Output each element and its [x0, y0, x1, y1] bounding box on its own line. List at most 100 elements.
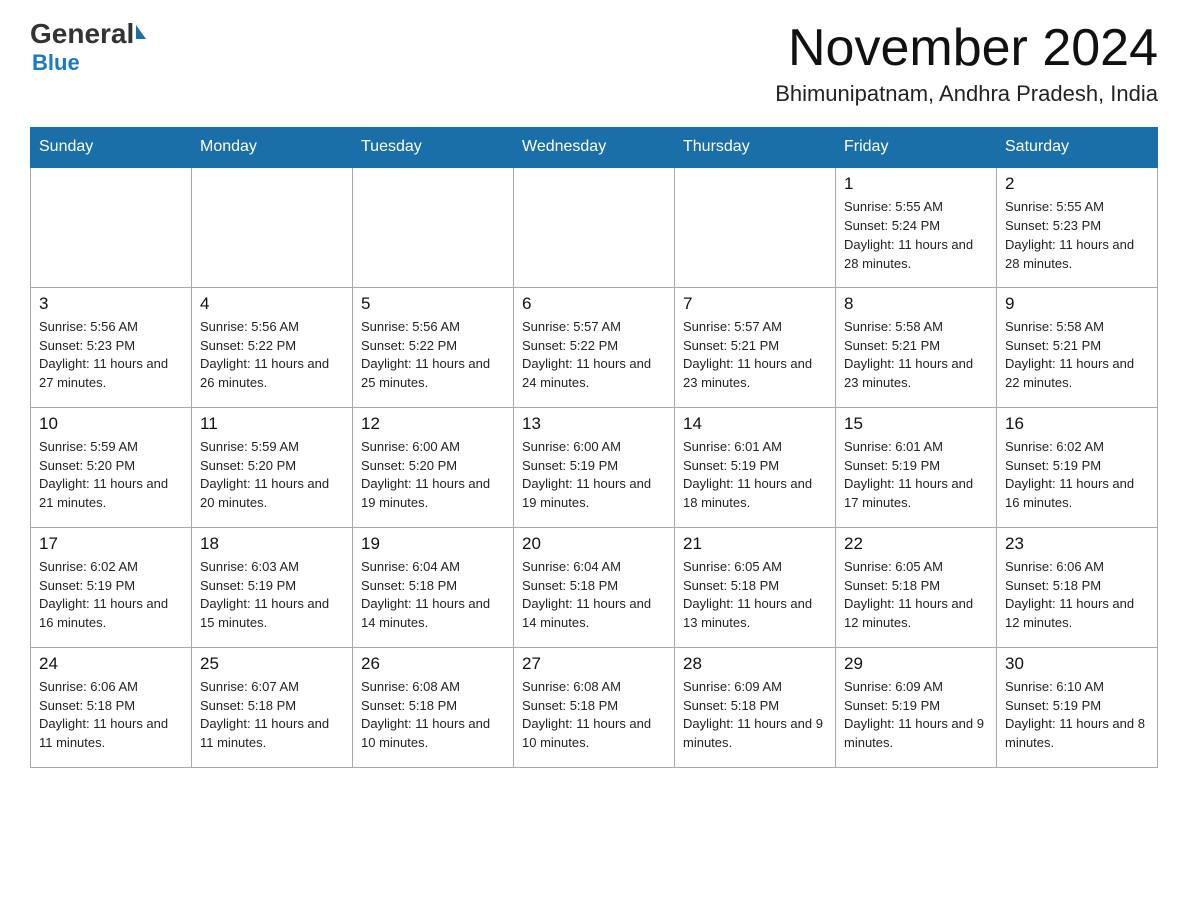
calendar-cell: 10Sunrise: 5:59 AM Sunset: 5:20 PM Dayli…	[31, 407, 192, 527]
logo-blue: Blue	[32, 50, 80, 76]
day-info: Sunrise: 6:02 AM Sunset: 5:19 PM Dayligh…	[39, 558, 183, 633]
calendar-cell	[353, 167, 514, 287]
day-number: 5	[361, 294, 505, 314]
day-number: 4	[200, 294, 344, 314]
calendar-cell	[192, 167, 353, 287]
title-area: November 2024 Bhimunipatnam, Andhra Prad…	[775, 20, 1158, 107]
weekday-thursday: Thursday	[675, 128, 836, 168]
day-info: Sunrise: 5:57 AM Sunset: 5:22 PM Dayligh…	[522, 318, 666, 393]
day-info: Sunrise: 6:07 AM Sunset: 5:18 PM Dayligh…	[200, 678, 344, 753]
day-number: 23	[1005, 534, 1149, 554]
calendar-cell: 3Sunrise: 5:56 AM Sunset: 5:23 PM Daylig…	[31, 287, 192, 407]
day-info: Sunrise: 5:55 AM Sunset: 5:23 PM Dayligh…	[1005, 198, 1149, 273]
calendar-cell: 22 Sunrise: 6:05 AM Sunset: 5:18 PM Dayli…	[836, 527, 997, 647]
day-info: Sunrise: 6:08 AM Sunset: 5:18 PM Dayligh…	[361, 678, 505, 753]
calendar-cell: 21 Sunrise: 6:05 AM Sunset: 5:18 PM Dayli…	[675, 527, 836, 647]
day-info: Sunrise: 5:58 AM Sunset: 5:21 PM Dayligh…	[1005, 318, 1149, 393]
calendar-cell: 1 Sunrise: 5:55 AM Sunset: 5:24 PM Daylig…	[836, 167, 997, 287]
day-info: Sunrise: 6:03 AM Sunset: 5:19 PM Dayligh…	[200, 558, 344, 633]
calendar-cell: 30 Sunrise: 6:10 AM Sunset: 5:19 PM Dayli…	[997, 647, 1158, 767]
day-number: 2	[1005, 174, 1149, 194]
calendar-cell	[31, 167, 192, 287]
weekday-friday: Friday	[836, 128, 997, 168]
day-info: Sunrise: 5:55 AM Sunset: 5:24 PM Dayligh…	[844, 198, 988, 273]
day-number: 14	[683, 414, 827, 434]
weekday-sunday: Sunday	[31, 128, 192, 168]
logo: General Blue	[30, 20, 146, 76]
day-number: 8	[844, 294, 988, 314]
day-number: 7	[683, 294, 827, 314]
weekday-header-row: SundayMondayTuesdayWednesdayThursdayFrid…	[31, 128, 1158, 168]
calendar-body: 1 Sunrise: 5:55 AM Sunset: 5:24 PM Daylig…	[31, 167, 1158, 767]
calendar-cell: 8 Sunrise: 5:58 AM Sunset: 5:21 PM Daylig…	[836, 287, 997, 407]
calendar-cell: 27Sunrise: 6:08 AM Sunset: 5:18 PM Dayli…	[514, 647, 675, 767]
day-info: Sunrise: 5:59 AM Sunset: 5:20 PM Dayligh…	[200, 438, 344, 513]
day-number: 22	[844, 534, 988, 554]
month-title: November 2024	[775, 20, 1158, 77]
day-number: 30	[1005, 654, 1149, 674]
day-number: 18	[200, 534, 344, 554]
day-info: Sunrise: 5:58 AM Sunset: 5:21 PM Dayligh…	[844, 318, 988, 393]
day-info: Sunrise: 6:05 AM Sunset: 5:18 PM Dayligh…	[844, 558, 988, 633]
calendar-cell: 23 Sunrise: 6:06 AM Sunset: 5:18 PM Dayli…	[997, 527, 1158, 647]
calendar-cell: 16Sunrise: 6:02 AM Sunset: 5:19 PM Dayli…	[997, 407, 1158, 527]
calendar-cell: 12 Sunrise: 6:00 AM Sunset: 5:20 PM Dayli…	[353, 407, 514, 527]
day-info: Sunrise: 5:56 AM Sunset: 5:22 PM Dayligh…	[361, 318, 505, 393]
day-number: 16	[1005, 414, 1149, 434]
day-number: 19	[361, 534, 505, 554]
day-number: 12	[361, 414, 505, 434]
day-info: Sunrise: 6:05 AM Sunset: 5:18 PM Dayligh…	[683, 558, 827, 633]
day-info: Sunrise: 6:06 AM Sunset: 5:18 PM Dayligh…	[39, 678, 183, 753]
day-number: 20	[522, 534, 666, 554]
day-info: Sunrise: 6:10 AM Sunset: 5:19 PM Dayligh…	[1005, 678, 1149, 753]
calendar-week-4: 17Sunrise: 6:02 AM Sunset: 5:19 PM Dayli…	[31, 527, 1158, 647]
logo-general: General	[30, 20, 134, 48]
day-number: 24	[39, 654, 183, 674]
day-number: 13	[522, 414, 666, 434]
weekday-monday: Monday	[192, 128, 353, 168]
day-info: Sunrise: 6:00 AM Sunset: 5:19 PM Dayligh…	[522, 438, 666, 513]
weekday-wednesday: Wednesday	[514, 128, 675, 168]
calendar-cell: 14Sunrise: 6:01 AM Sunset: 5:19 PM Dayli…	[675, 407, 836, 527]
day-info: Sunrise: 5:59 AM Sunset: 5:20 PM Dayligh…	[39, 438, 183, 513]
logo-triangle-icon	[136, 25, 146, 39]
day-info: Sunrise: 6:09 AM Sunset: 5:18 PM Dayligh…	[683, 678, 827, 753]
calendar-cell: 24 Sunrise: 6:06 AM Sunset: 5:18 PM Dayli…	[31, 647, 192, 767]
day-info: Sunrise: 6:01 AM Sunset: 5:19 PM Dayligh…	[844, 438, 988, 513]
calendar-cell: 18 Sunrise: 6:03 AM Sunset: 5:19 PM Dayli…	[192, 527, 353, 647]
calendar-cell: 19 Sunrise: 6:04 AM Sunset: 5:18 PM Dayli…	[353, 527, 514, 647]
calendar-cell: 25 Sunrise: 6:07 AM Sunset: 5:18 PM Dayli…	[192, 647, 353, 767]
calendar-cell: 26Sunrise: 6:08 AM Sunset: 5:18 PM Dayli…	[353, 647, 514, 767]
location-title: Bhimunipatnam, Andhra Pradesh, India	[775, 81, 1158, 107]
day-info: Sunrise: 6:04 AM Sunset: 5:18 PM Dayligh…	[522, 558, 666, 633]
calendar-cell	[514, 167, 675, 287]
calendar-week-1: 1 Sunrise: 5:55 AM Sunset: 5:24 PM Daylig…	[31, 167, 1158, 287]
calendar-cell: 17Sunrise: 6:02 AM Sunset: 5:19 PM Dayli…	[31, 527, 192, 647]
day-number: 11	[200, 414, 344, 434]
day-number: 25	[200, 654, 344, 674]
day-info: Sunrise: 5:57 AM Sunset: 5:21 PM Dayligh…	[683, 318, 827, 393]
calendar-cell: 2 Sunrise: 5:55 AM Sunset: 5:23 PM Daylig…	[997, 167, 1158, 287]
calendar-week-2: 3Sunrise: 5:56 AM Sunset: 5:23 PM Daylig…	[31, 287, 1158, 407]
calendar-cell: 6Sunrise: 5:57 AM Sunset: 5:22 PM Daylig…	[514, 287, 675, 407]
calendar-week-3: 10Sunrise: 5:59 AM Sunset: 5:20 PM Dayli…	[31, 407, 1158, 527]
day-number: 28	[683, 654, 827, 674]
calendar-week-5: 24 Sunrise: 6:06 AM Sunset: 5:18 PM Dayli…	[31, 647, 1158, 767]
day-info: Sunrise: 6:06 AM Sunset: 5:18 PM Dayligh…	[1005, 558, 1149, 633]
logo-text: General	[30, 20, 146, 48]
calendar-cell: 9Sunrise: 5:58 AM Sunset: 5:21 PM Daylig…	[997, 287, 1158, 407]
calendar-cell: 15 Sunrise: 6:01 AM Sunset: 5:19 PM Dayli…	[836, 407, 997, 527]
day-number: 15	[844, 414, 988, 434]
calendar-cell: 5 Sunrise: 5:56 AM Sunset: 5:22 PM Daylig…	[353, 287, 514, 407]
calendar-cell: 29Sunrise: 6:09 AM Sunset: 5:19 PM Dayli…	[836, 647, 997, 767]
weekday-saturday: Saturday	[997, 128, 1158, 168]
day-number: 3	[39, 294, 183, 314]
day-info: Sunrise: 6:00 AM Sunset: 5:20 PM Dayligh…	[361, 438, 505, 513]
calendar-cell: 28 Sunrise: 6:09 AM Sunset: 5:18 PM Dayli…	[675, 647, 836, 767]
calendar-table: SundayMondayTuesdayWednesdayThursdayFrid…	[30, 127, 1158, 768]
calendar-cell: 4Sunrise: 5:56 AM Sunset: 5:22 PM Daylig…	[192, 287, 353, 407]
day-number: 1	[844, 174, 988, 194]
day-number: 21	[683, 534, 827, 554]
calendar-cell	[675, 167, 836, 287]
day-info: Sunrise: 6:04 AM Sunset: 5:18 PM Dayligh…	[361, 558, 505, 633]
